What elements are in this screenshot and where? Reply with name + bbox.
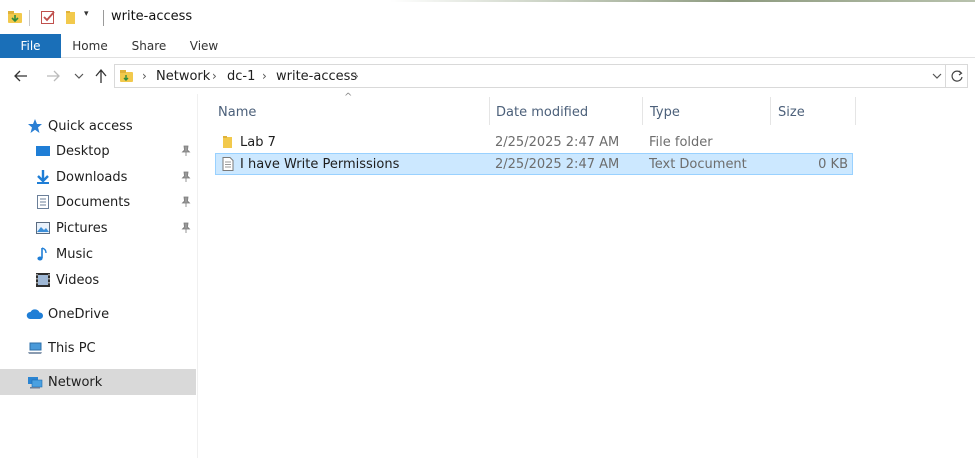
recent-locations-chevron-icon[interactable]: [72, 67, 86, 85]
address-history-chevron-icon[interactable]: [930, 67, 944, 85]
star-icon: [27, 118, 43, 134]
forward-arrow-icon[interactable]: [44, 67, 62, 85]
properties-checkbox-icon[interactable]: [40, 9, 56, 25]
refresh-icon[interactable]: [946, 64, 968, 88]
desktop-icon: [35, 143, 51, 159]
nav-item-downloads[interactable]: Downloads: [0, 165, 196, 189]
nav-item-label: Music: [56, 247, 93, 262]
breadcrumb-write-access[interactable]: write-access: [276, 69, 357, 84]
column-divider[interactable]: [855, 97, 856, 125]
new-folder-icon[interactable]: [63, 9, 79, 25]
text-file-icon: [220, 156, 236, 172]
pin-icon[interactable]: [180, 196, 192, 208]
breadcrumb-separator-icon[interactable]: ›: [354, 69, 359, 83]
nav-item-music[interactable]: Music: [0, 242, 196, 266]
file-list: ^ Name Date modified Type Size Lab 7 2/2…: [198, 92, 975, 458]
nav-this-pc-label: This PC: [48, 341, 96, 356]
videos-icon: [35, 272, 51, 288]
file-size: 0 KB: [818, 157, 848, 172]
file-type: File folder: [649, 135, 713, 150]
breadcrumb-separator-icon[interactable]: ›: [212, 69, 217, 83]
nav-network-label: Network: [48, 375, 103, 390]
column-header-label: Name: [218, 105, 257, 120]
nav-onedrive-label: OneDrive: [48, 307, 110, 322]
nav-item-label: Documents: [56, 195, 131, 210]
computer-icon: [27, 340, 43, 356]
nav-item-pictures[interactable]: Pictures: [0, 216, 196, 240]
nav-item-label: Downloads: [56, 170, 128, 185]
file-name: Lab 7: [240, 135, 276, 150]
tab-view[interactable]: View: [184, 34, 224, 58]
download-icon: [35, 169, 51, 185]
column-header-name[interactable]: Name: [213, 97, 489, 127]
nav-item-label: Desktop: [56, 144, 110, 159]
navigation-pane: Quick access Desktop Downloads Documents: [0, 94, 198, 458]
network-folder-icon: [119, 68, 135, 84]
window-title: write-access: [111, 9, 193, 24]
nav-quick-access[interactable]: Quick access: [0, 114, 196, 138]
qat-separator: [29, 10, 30, 26]
breadcrumb-dc-1[interactable]: dc-1: [227, 69, 255, 84]
title-bar: ▾ write-access: [0, 0, 975, 34]
file-date: 2/25/2025 2:47 AM: [495, 135, 620, 150]
nav-network[interactable]: Network: [0, 369, 196, 395]
column-header-label: Type: [650, 105, 680, 120]
folder-icon: [220, 134, 236, 150]
tab-share[interactable]: Share: [126, 34, 172, 58]
network-icon: [27, 374, 43, 390]
breadcrumb-separator-icon[interactable]: ›: [142, 69, 147, 83]
nav-onedrive[interactable]: OneDrive: [0, 302, 196, 326]
file-type: Text Document: [649, 157, 747, 172]
nav-item-label: Videos: [56, 273, 100, 288]
pin-icon[interactable]: [180, 222, 192, 234]
nav-item-videos[interactable]: Videos: [0, 268, 196, 292]
title-separator: [103, 10, 104, 26]
address-bar[interactable]: › Network › dc-1 › write-access ›: [114, 64, 946, 88]
pin-icon[interactable]: [180, 171, 192, 183]
navigation-bar: › Network › dc-1 › write-access ›: [0, 58, 975, 94]
customize-qat-chevron-icon[interactable]: ▾: [84, 9, 89, 19]
column-header-size[interactable]: Size: [771, 97, 855, 127]
up-arrow-icon[interactable]: [92, 67, 110, 85]
tab-home[interactable]: Home: [66, 34, 114, 58]
column-header-label: Size: [778, 105, 805, 120]
nav-item-label: Pictures: [56, 221, 108, 236]
breadcrumb-network[interactable]: Network: [156, 69, 210, 84]
cloud-icon: [26, 306, 44, 322]
file-date: 2/25/2025 2:47 AM: [495, 157, 620, 172]
nav-item-documents[interactable]: Documents: [0, 190, 196, 214]
file-row-i-have-write-permissions[interactable]: I have Write Permissions 2/25/2025 2:47 …: [215, 153, 853, 175]
pin-icon[interactable]: [180, 145, 192, 157]
ribbon-tabs: File Home Share View: [0, 34, 975, 58]
column-header-type[interactable]: Type: [643, 97, 770, 127]
pictures-icon: [35, 220, 51, 236]
nav-this-pc[interactable]: This PC: [0, 336, 196, 360]
tab-file[interactable]: File: [0, 34, 61, 58]
breadcrumb-separator-icon[interactable]: ›: [262, 69, 267, 83]
music-icon: [35, 246, 51, 262]
explorer-folder-icon[interactable]: [7, 9, 23, 25]
file-name: I have Write Permissions: [240, 157, 400, 172]
column-header-date-modified[interactable]: Date modified: [490, 97, 642, 127]
column-header-label: Date modified: [496, 105, 589, 120]
documents-icon: [35, 194, 51, 210]
nav-item-desktop[interactable]: Desktop: [0, 139, 196, 163]
nav-quick-access-label: Quick access: [48, 119, 133, 134]
title-bar-accent: [0, 0, 975, 2]
back-arrow-icon[interactable]: [12, 67, 30, 85]
file-row-lab-7[interactable]: Lab 7 2/25/2025 2:47 AM File folder: [215, 131, 853, 153]
